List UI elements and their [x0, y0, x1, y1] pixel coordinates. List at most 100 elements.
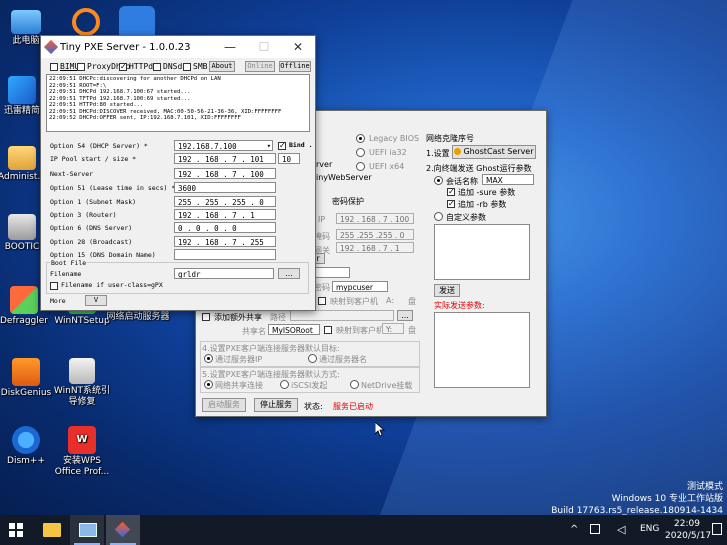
uefi-ia32-radio[interactable] [356, 148, 365, 157]
ip-pool-size-field[interactable]: 10 [278, 153, 300, 164]
network-icon[interactable] [590, 524, 600, 534]
share-name-field[interactable]: MyISORoot [268, 324, 320, 335]
path-browse-button[interactable]: ... [397, 310, 413, 321]
option54-select[interactable]: 192.168.7.100 ▾ [174, 140, 273, 151]
dnsd-checkbox[interactable] [153, 63, 161, 71]
option3-field[interactable]: 192 . 168 . 7 . 1 [174, 209, 276, 220]
mask-field[interactable]: 255 .255 .255 . 0 [336, 229, 414, 240]
map-to-client-label-2: 映射到客户机 [336, 326, 384, 335]
option51-field[interactable]: 3600 [174, 182, 276, 193]
legacy-bios-label: Legacy BIOS [369, 134, 420, 143]
via-server-ip-radio[interactable] [204, 354, 213, 363]
tray-chevron-up-icon[interactable]: ^ [570, 524, 578, 535]
user-class-checkbox[interactable] [50, 282, 58, 290]
uefi-x64-radio[interactable] [356, 162, 365, 171]
ip-pool-start-field[interactable]: 192 . 168 . 7 . 101 [174, 153, 276, 164]
close-icon[interactable]: ✕ [281, 36, 315, 58]
option15-label: Option 15 (DNS Domain Name) [50, 251, 156, 259]
path-field[interactable] [290, 310, 394, 321]
ip-label: IP [318, 215, 326, 224]
stop-service-button[interactable]: 停止服务 [254, 398, 298, 412]
smb-checkbox[interactable] [183, 63, 191, 71]
taskbar: ^ ◁ ENG 22:09 2020/5/17 [0, 515, 727, 545]
offline-button[interactable]: Offline [279, 61, 311, 72]
net-share-radio[interactable] [204, 380, 213, 389]
about-button[interactable]: About [209, 61, 235, 72]
start-service-button[interactable]: 启动服务 [202, 398, 246, 412]
defraggler-icon [10, 286, 38, 314]
log-line: 22:09:52 DHCPd:OFFER sent, IP:192.168.7.… [49, 115, 241, 121]
user-folder-icon [8, 146, 36, 170]
online-button[interactable]: Online [245, 61, 275, 72]
bimu-checkbox[interactable] [50, 63, 58, 71]
bind-checkbox[interactable]: ✓ [278, 142, 286, 150]
repair-tool-icon [69, 358, 95, 384]
option15-field[interactable] [174, 249, 276, 260]
custom-params-textarea[interactable] [434, 224, 530, 280]
map-to-client-checkbox-1[interactable] [318, 297, 326, 305]
wps-icon: W [68, 426, 96, 454]
ip-field[interactable]: 192 . 168 . 7 . 100 [336, 213, 414, 224]
session-name-field[interactable]: MAX [482, 174, 534, 185]
actual-params-label: 实际发送参数: [434, 301, 485, 310]
next-server-field[interactable]: 192 . 168 . 7 . 100 [174, 168, 276, 179]
drive-select-1[interactable]: A: [386, 296, 394, 305]
option6-field[interactable]: 0 . 0 . 0 . 0 [174, 222, 276, 233]
append-rb-checkbox[interactable]: ✓ [447, 200, 455, 208]
map-to-client-label-1: 映射到客户机 [330, 297, 378, 306]
password-field[interactable]: mypcuser [332, 281, 388, 292]
legacy-bios-radio[interactable] [356, 134, 365, 143]
proxydhcp-checkbox[interactable] [77, 63, 85, 71]
desktop-icon-wps-office[interactable]: W 安装WPS Office Prof... [50, 426, 114, 478]
actual-params-textarea[interactable] [434, 312, 530, 388]
clock-time: 22:09 [674, 519, 700, 529]
desktop-icon-label: DiskGenius [0, 388, 52, 398]
send-button[interactable]: 发送 [434, 284, 460, 297]
boot-file-group-label: Boot File [50, 259, 88, 267]
file-explorer-icon[interactable] [43, 523, 61, 537]
more-label: More [50, 297, 66, 305]
netdrive-label: NetDrive挂载 [361, 381, 413, 390]
filename-browse-button[interactable]: ... [278, 268, 300, 279]
disk-icon [8, 214, 36, 240]
language-indicator[interactable]: ENG [640, 524, 659, 534]
custom-params-radio[interactable] [434, 212, 443, 221]
log-textarea[interactable]: 22:09:51 DHCPc:discovering for another D… [46, 74, 310, 132]
tiny-pxe-window[interactable]: Tiny PXE Server - 1.0.0.23 — ☐ ✕ BIMU Pr… [40, 35, 316, 311]
gateway-field[interactable]: 192 . 168 . 7 . 1 [336, 242, 414, 253]
clock[interactable]: 22:09 2020/5/17 [665, 518, 711, 542]
add-share-checkbox[interactable] [202, 313, 210, 321]
pxe-titlebar[interactable]: Tiny PXE Server - 1.0.0.23 — ☐ ✕ [41, 36, 315, 58]
desktop-icon-winnt-boot-repair[interactable]: WinNT系统引导修复 [50, 358, 114, 408]
map-to-client-checkbox-2[interactable] [324, 326, 332, 334]
option1-field[interactable]: 255 . 255 . 255 . 0 [174, 196, 276, 207]
httpd-checkbox[interactable]: ✓ [119, 63, 127, 71]
netdrive-radio[interactable] [350, 380, 359, 389]
uefi-ia32-label: UEFI ia32 [369, 148, 407, 157]
volume-icon[interactable]: ◁ [617, 523, 625, 536]
windows-logo-icon [17, 531, 23, 537]
password-protect-label: 密码保护 [332, 197, 364, 206]
filename-field[interactable]: grldr [174, 268, 274, 279]
taskbar-app-net-boot[interactable] [70, 515, 104, 545]
more-button[interactable]: V [85, 295, 107, 306]
start-button[interactable] [9, 523, 23, 537]
append-sure-checkbox[interactable]: ✓ [447, 188, 455, 196]
iscsi-radio[interactable] [280, 380, 289, 389]
notification-icon[interactable] [712, 523, 722, 535]
session-name-radio[interactable] [434, 176, 443, 185]
ip-pool-label: IP Pool start / size * [50, 155, 137, 163]
drive-select-2[interactable]: Y: [382, 323, 404, 334]
desktop-icon-label: 迅雷精简 [3, 106, 40, 116]
ghostcast-server-button[interactable]: GhostCast Server [452, 145, 536, 159]
add-share-label: 添加额外共享 [214, 313, 262, 322]
via-server-ip-label: 通过服务器IP [215, 355, 263, 364]
maximize-icon[interactable]: ☐ [247, 36, 281, 58]
taskbar-app-tiny-pxe[interactable] [106, 515, 140, 545]
option28-field[interactable]: 192 . 168 . 7 . 255 [174, 236, 276, 247]
minimize-icon[interactable]: — [213, 36, 247, 58]
session-name-label: 会话名称 [446, 177, 478, 186]
option6-label: Option 6 (DNS Server) [50, 224, 133, 232]
via-server-name-radio[interactable] [308, 354, 317, 363]
desktop-icon-net-boot-server[interactable]: 网络启动服务器 [106, 312, 170, 323]
